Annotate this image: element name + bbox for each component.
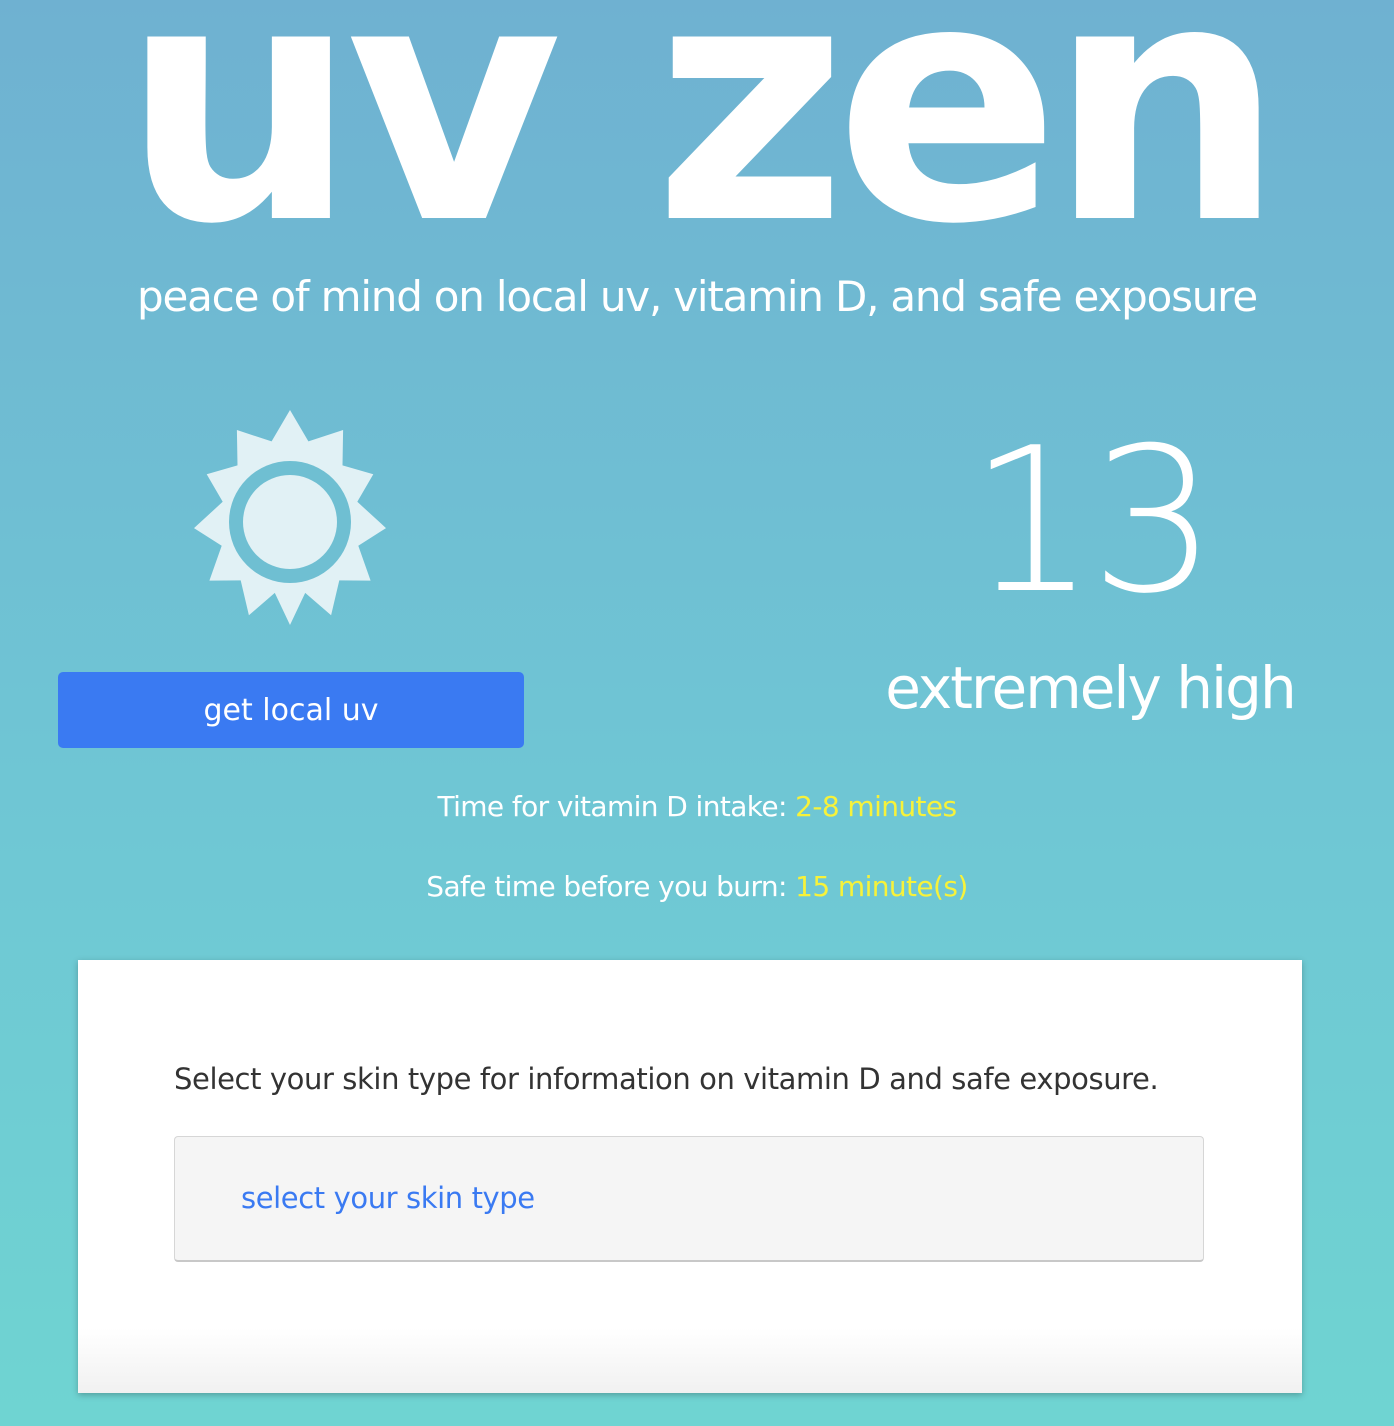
skin-type-instruction: Select your skin type for information on… <box>174 1062 1159 1096</box>
skin-type-select-label: select your skin type <box>241 1181 535 1215</box>
uv-index-value: 13 <box>968 405 1218 638</box>
safe-burn-time: Safe time before you burn: 15 minute(s) <box>0 870 1394 903</box>
safe-burn-time-label: Safe time before you burn: <box>426 870 787 903</box>
skin-type-card: Select your skin type for information on… <box>78 960 1302 1393</box>
vitamin-d-time-label: Time for vitamin D intake: <box>437 790 787 823</box>
skin-type-select[interactable]: select your skin type <box>174 1136 1204 1262</box>
tagline: peace of mind on local uv, vitamin D, an… <box>137 272 1258 321</box>
app-logo: uv zen <box>121 0 1284 297</box>
uv-index-label: extremely high <box>885 654 1297 722</box>
vitamin-d-time: Time for vitamin D intake: 2-8 minutes <box>0 790 1394 823</box>
vitamin-d-time-value: 2-8 minutes <box>795 790 957 823</box>
safe-burn-time-value: 15 minute(s) <box>795 870 968 903</box>
get-local-uv-button[interactable]: get local uv <box>58 672 524 748</box>
sun-icon <box>194 410 386 625</box>
